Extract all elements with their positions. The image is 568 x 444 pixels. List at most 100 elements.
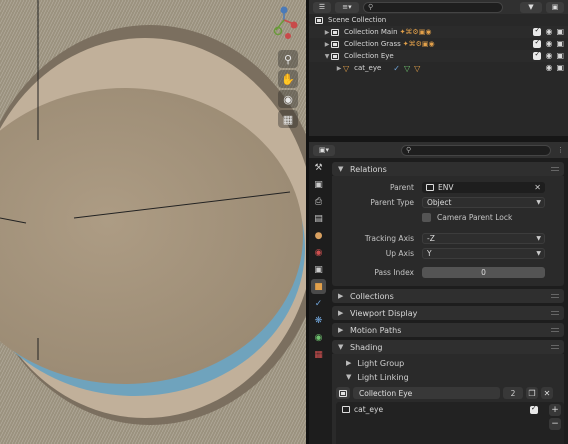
expand-arrow-icon[interactable]: ▶ xyxy=(323,41,331,48)
modifier-tab-icon[interactable]: ✓ xyxy=(311,296,326,311)
eye-icon[interactable]: ◉ xyxy=(545,52,552,60)
world-tab-icon[interactable]: ◉ xyxy=(311,245,326,260)
zoom-icon[interactable]: ⚲ xyxy=(278,50,298,68)
collection-browse-icon[interactable] xyxy=(336,387,350,399)
output-tab-icon[interactable]: ⎙ xyxy=(311,194,326,209)
add-icon[interactable]: + xyxy=(549,404,561,416)
prop-row-camera-parent-lock: Camera Parent Lock xyxy=(332,211,564,224)
outliner-row-cat-eye[interactable]: ▶ ▽ cat_eye ✓ ▽ ▽ ◉ ▣ xyxy=(309,62,568,74)
object-tab-icon[interactable]: ■ xyxy=(311,279,326,294)
camera-icon[interactable]: ▣ xyxy=(556,64,564,72)
exclude-checkbox[interactable] xyxy=(533,50,542,60)
subpanel-light-group-header[interactable]: ▶ Light Group xyxy=(332,356,564,370)
pan-hand-icon[interactable]: ✋ xyxy=(278,70,298,88)
outliner: ☰ ≡▾ ⚲ ▼ ▣ Scene Collection ▶ Collection… xyxy=(309,0,568,136)
tracking-axis-dropdown[interactable]: -Z ▼ xyxy=(422,233,545,244)
parent-type-dropdown[interactable]: Object ▼ xyxy=(422,197,545,208)
grid-projection-icon[interactable]: ▦ xyxy=(278,110,298,128)
chevron-down-icon: ▼ xyxy=(346,373,352,381)
drag-grip-icon[interactable] xyxy=(551,345,559,349)
clear-icon[interactable]: ✕ xyxy=(534,183,541,192)
up-axis-dropdown[interactable]: Y ▼ xyxy=(422,248,545,259)
collection-icon xyxy=(315,16,323,24)
object-icon xyxy=(426,184,434,191)
new-collection-icon[interactable]: ▣ xyxy=(546,1,564,13)
outliner-row-collection-grass[interactable]: ▶ Collection Grass ✦⌘⚙▣◉ ◉ ▣ xyxy=(309,38,568,50)
include-checkbox[interactable] xyxy=(530,404,538,414)
expand-arrow-icon[interactable]: ▶ xyxy=(323,29,331,36)
drag-grip-icon[interactable] xyxy=(551,167,559,171)
contents-icons: ✦⌘⚙▣◉ xyxy=(399,28,432,36)
outliner-search-input[interactable]: ⚲ xyxy=(363,1,503,13)
remove-icon[interactable]: − xyxy=(549,418,561,430)
panel-relations-body: Parent ENV ✕ Parent Type Object ▼ Camera… xyxy=(332,176,564,286)
panel-relations-header[interactable]: ▼ Relations xyxy=(332,162,564,176)
prop-row-parent-type: Parent Type Object ▼ xyxy=(332,196,564,209)
panel-viewport-display-header[interactable]: ▶ Viewport Display xyxy=(332,306,564,320)
pass-index-field[interactable]: 0 xyxy=(422,267,545,278)
outliner-row-collection-main[interactable]: ▶ Collection Main ✦⌘⚙▣◉ ◉ ▣ xyxy=(309,26,568,38)
search-icon: ⚲ xyxy=(368,3,374,11)
camera-view-icon[interactable]: ◉ xyxy=(278,90,298,108)
camera-icon[interactable]: ▣ xyxy=(556,40,564,48)
exclude-checkbox[interactable] xyxy=(533,26,542,36)
chevron-down-icon: ▼ xyxy=(536,235,541,242)
filter-icon[interactable]: ▼ xyxy=(520,1,542,13)
contents-icons: ✦⌘⚙▣◉ xyxy=(402,40,435,48)
editor-type-icon[interactable]: ☰ xyxy=(313,1,331,13)
options-dropdown[interactable]: ⋮ xyxy=(557,146,564,154)
prop-row-pass-index: Pass Index 0 xyxy=(332,266,564,279)
particles-tab-icon[interactable]: ❋ xyxy=(311,313,326,328)
physics-tab-icon[interactable]: ◉ xyxy=(311,330,326,345)
panel-collections-header[interactable]: ▶ Collections xyxy=(332,289,564,303)
camera-icon[interactable]: ▣ xyxy=(556,28,564,36)
outliner-row-collection-eye[interactable]: ▼ Collection Eye ◉ ▣ xyxy=(309,50,568,62)
duplicate-icon[interactable]: ❐ xyxy=(526,387,538,399)
chevron-right-icon: ▶ xyxy=(346,359,352,367)
viewport-tools: ⚲ ✋ ◉ ▦ xyxy=(278,50,300,130)
collection-icon xyxy=(331,40,339,48)
search-icon: ⚲ xyxy=(406,146,412,154)
tool-tab-icon[interactable]: ⚒ xyxy=(311,160,326,175)
navigation-gizmo[interactable] xyxy=(270,4,302,44)
display-mode-dropdown[interactable]: ≡▾ xyxy=(335,1,359,13)
mesh-data-icon: ▽ xyxy=(404,63,411,73)
camera-icon[interactable]: ▣ xyxy=(556,52,564,60)
panel-shading-body: ▶ Light Group ▼ Light Linking Collection… xyxy=(332,354,564,444)
exclude-checkbox[interactable] xyxy=(533,38,542,48)
constraints-tab-icon[interactable]: ▦ xyxy=(311,347,326,362)
subpanel-light-linking-header[interactable]: ▼ Light Linking xyxy=(332,370,564,384)
eye-icon[interactable]: ◉ xyxy=(545,40,552,48)
properties-tabs: ⚒ ▣ ⎙ ▤ ● ◉ ▣ ■ ✓ ❋ ◉ ▦ xyxy=(309,158,328,444)
panel-shading-header[interactable]: ▼ Shading xyxy=(332,340,564,354)
chevron-down-icon: ▼ xyxy=(536,199,541,206)
expand-arrow-icon[interactable]: ▶ xyxy=(335,65,343,72)
properties-search-input[interactable]: ⚲ xyxy=(401,144,551,156)
close-icon[interactable]: ✕ xyxy=(541,387,553,399)
chevron-right-icon: ▶ xyxy=(338,292,344,300)
drag-grip-icon[interactable] xyxy=(551,328,559,332)
camera-parent-lock-checkbox[interactable] xyxy=(422,213,431,222)
prop-row-tracking-axis: Tracking Axis -Z ▼ xyxy=(332,232,564,245)
light-linking-collection-name[interactable]: Collection Eye xyxy=(353,387,500,399)
collection-tab-icon[interactable]: ▣ xyxy=(311,262,326,277)
outliner-row-scene-collection[interactable]: Scene Collection xyxy=(309,14,568,26)
mesh-object-icon: ▽ xyxy=(343,63,350,73)
panel-motion-paths-header[interactable]: ▶ Motion Paths xyxy=(332,323,564,337)
render-tab-icon[interactable]: ▣ xyxy=(311,177,326,192)
eye-icon[interactable]: ◉ xyxy=(545,64,552,72)
view-layer-tab-icon[interactable]: ▤ xyxy=(311,211,326,226)
eye-icon[interactable]: ◉ xyxy=(545,28,552,36)
properties-editor: ▣▾ ⚲ ⋮ ⚒ ▣ ⎙ ▤ ● ◉ ▣ ■ ✓ ❋ ◉ ▦ ▼ Relatio… xyxy=(309,142,568,444)
3d-viewport[interactable]: ⚲ ✋ ◉ ▦ xyxy=(0,0,306,444)
parent-field[interactable]: ENV ✕ xyxy=(422,182,545,193)
drag-grip-icon[interactable] xyxy=(551,311,559,315)
user-count[interactable]: 2 xyxy=(503,387,523,399)
object-icon xyxy=(342,405,350,413)
editor-type-icon[interactable]: ▣▾ xyxy=(313,144,335,156)
list-item[interactable]: cat_eye xyxy=(336,402,564,416)
drag-grip-icon[interactable] xyxy=(551,294,559,298)
scene-tab-icon[interactable]: ● xyxy=(311,228,326,243)
collection-icon xyxy=(331,28,339,36)
collapse-arrow-icon[interactable]: ▼ xyxy=(323,53,331,60)
